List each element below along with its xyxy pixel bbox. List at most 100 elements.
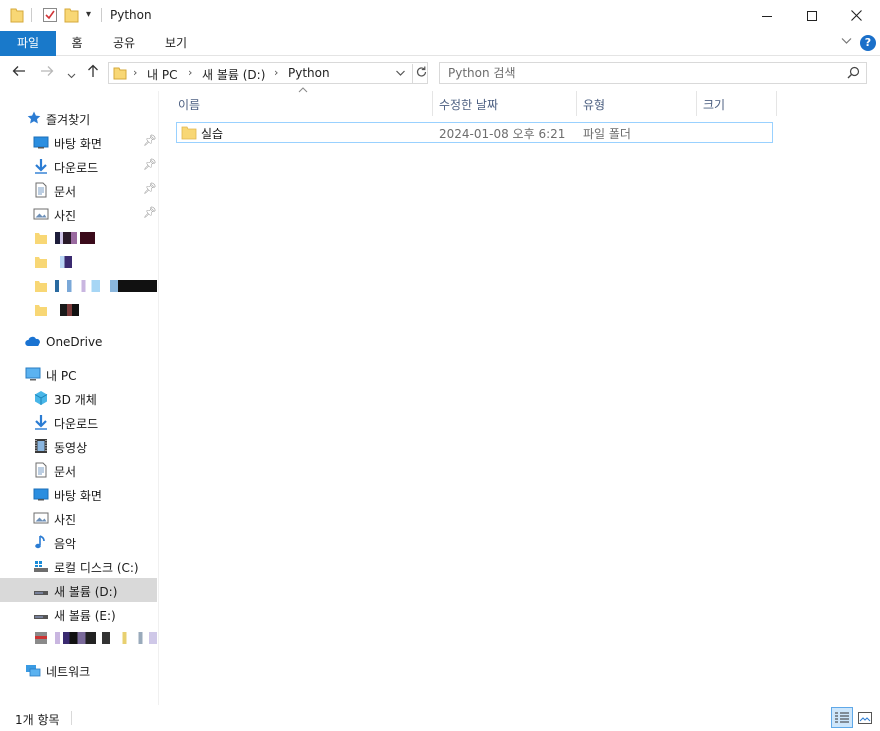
file-name: 실습 — [201, 127, 224, 141]
nav-label: 다운로드 — [54, 417, 99, 431]
refresh-icon[interactable] — [412, 64, 428, 84]
tab-view[interactable]: 보기 — [158, 31, 194, 56]
help-button[interactable]: ? — [860, 35, 876, 51]
title-separator — [101, 8, 102, 22]
file-date-modified: 2024-01-08 오후 6:21 — [439, 127, 566, 141]
pin-icon: 📌︎ — [143, 182, 157, 195]
chevron-right-icon[interactable]: › — [188, 66, 192, 79]
qa-separator — [31, 8, 32, 22]
column-header-date-modified[interactable]: 수정한 날짜 — [433, 91, 576, 116]
nav-label: 로컬 디스크 (C:) — [54, 561, 139, 575]
tab-share[interactable]: 공유 — [106, 31, 142, 56]
folder-icon — [33, 230, 49, 246]
star-icon — [26, 110, 42, 126]
redacted-label — [55, 632, 157, 644]
redacted-label — [55, 280, 157, 292]
nav-pc-pictures[interactable]: 사진 — [0, 506, 157, 530]
videos-icon — [33, 438, 49, 454]
nav-pc-music[interactable]: 음악 — [0, 530, 157, 554]
tab-file[interactable]: 파일 — [0, 31, 56, 56]
search-input[interactable] — [448, 65, 838, 81]
nav-quick-documents[interactable]: 문서 📌︎ — [0, 178, 157, 202]
breadcrumb-python[interactable]: Python — [288, 66, 330, 80]
nav-quick-desktop[interactable]: 바탕 화면 📌︎ — [0, 130, 157, 154]
nav-label: 문서 — [54, 185, 77, 199]
pictures-icon — [33, 510, 49, 526]
chevron-right-icon[interactable]: › — [133, 66, 137, 79]
status-separator — [71, 711, 72, 725]
nav-label: 사진 — [54, 513, 77, 527]
search-icon[interactable] — [847, 66, 860, 82]
expand-ribbon-icon[interactable] — [841, 35, 852, 48]
item-count: 1개 항목 — [15, 713, 60, 727]
drive-icon — [33, 630, 49, 646]
minimize-button[interactable] — [744, 0, 789, 31]
nav-pc-volume-d[interactable]: 새 볼륨 (D:) — [0, 578, 157, 602]
address-bar[interactable]: › 내 PC › 새 볼륨 (D:) › Python — [108, 62, 428, 84]
file-row[interactable]: 실습 2024-01-08 오후 6:21 파일 폴더 — [176, 122, 773, 143]
tab-home[interactable]: 홈 — [61, 31, 93, 56]
nav-quick-downloads[interactable]: 다운로드 📌︎ — [0, 154, 157, 178]
nav-label: 새 볼륨 (E:) — [54, 609, 116, 623]
nav-quick-pictures[interactable]: 사진 📌︎ — [0, 202, 157, 226]
nav-pc-documents[interactable]: 문서 — [0, 458, 157, 482]
network-icon — [25, 662, 41, 678]
pictures-icon — [33, 206, 49, 222]
nav-pc-desktop[interactable]: 바탕 화면 — [0, 482, 157, 506]
nav-label: 동영상 — [54, 441, 88, 455]
chevron-right-icon[interactable]: › — [274, 66, 278, 79]
nav-label: 사진 — [54, 209, 77, 223]
nav-label: 새 볼륨 (D:) — [54, 585, 118, 599]
nav-label: 바탕 화면 — [54, 489, 102, 503]
nav-pc-videos[interactable]: 동영상 — [0, 434, 157, 458]
nav-label: 문서 — [54, 465, 77, 479]
customize-quick-access-icon[interactable]: ▾ — [86, 9, 91, 20]
nav-label: 바탕 화면 — [54, 137, 102, 151]
nav-network[interactable]: 네트워크 — [0, 658, 157, 682]
nav-pc-volume-e[interactable]: 새 볼륨 (E:) — [0, 602, 157, 626]
properties-icon[interactable] — [42, 7, 58, 26]
nav-quick-folder-redacted[interactable] — [0, 226, 157, 250]
breadcrumb-this-pc[interactable]: 내 PC — [147, 66, 177, 83]
search-box[interactable] — [439, 62, 867, 84]
nav-pc-drive-redacted[interactable] — [0, 626, 157, 650]
column-header-label: 이름 — [178, 98, 201, 112]
folder-icon — [33, 302, 49, 318]
nav-label: 내 PC — [46, 369, 77, 383]
nav-quick-access[interactable]: 즐겨찾기 — [0, 106, 157, 130]
nav-quick-folder-redacted[interactable] — [0, 250, 157, 274]
details-view-icon — [835, 712, 849, 722]
folder-icon — [10, 7, 24, 26]
back-button[interactable] — [12, 64, 26, 82]
forward-button[interactable] — [40, 64, 54, 82]
recent-locations-button[interactable] — [67, 66, 76, 84]
maximize-button[interactable] — [789, 0, 834, 31]
pin-icon: 📌︎ — [143, 134, 157, 147]
up-button[interactable] — [86, 64, 100, 82]
nav-pc-local-disk-c[interactable]: 로컬 디스크 (C:) — [0, 554, 157, 578]
file-list-pane: 이름 수정한 날짜 유형 크기 실습 2024-01-08 오후 6:21 파일… — [160, 87, 880, 705]
new-folder-icon[interactable] — [64, 7, 80, 26]
column-header-size[interactable]: 크기 — [697, 91, 776, 116]
nav-this-pc[interactable]: 내 PC — [0, 362, 157, 386]
nav-quick-folder-redacted[interactable] — [0, 298, 157, 322]
navigation-pane: 즐겨찾기 바탕 화면 📌︎ 다운로드 📌︎ 문서 📌︎ 사진 📌︎ OneDri… — [0, 91, 159, 705]
file-type: 파일 폴더 — [583, 127, 631, 141]
details-view-button[interactable] — [831, 707, 853, 728]
desktop-icon — [33, 486, 49, 502]
document-icon — [33, 182, 49, 198]
window-title: Python — [110, 8, 152, 22]
column-header-label: 유형 — [583, 98, 606, 112]
address-history-dropdown[interactable] — [395, 65, 406, 84]
local-disk-icon — [33, 558, 49, 574]
breadcrumb-volume-d[interactable]: 새 볼륨 (D:) — [202, 66, 265, 83]
large-icons-view-button[interactable] — [854, 707, 876, 728]
column-header-label: 수정한 날짜 — [439, 98, 499, 112]
nav-pc-3d-objects[interactable]: 3D 개체 — [0, 386, 157, 410]
nav-onedrive[interactable]: OneDrive — [0, 330, 157, 354]
column-divider[interactable] — [776, 91, 777, 116]
close-button[interactable] — [834, 0, 879, 31]
nav-quick-folder-redacted[interactable] — [0, 274, 157, 298]
nav-pc-downloads[interactable]: 다운로드 — [0, 410, 157, 434]
column-header-type[interactable]: 유형 — [577, 91, 696, 116]
